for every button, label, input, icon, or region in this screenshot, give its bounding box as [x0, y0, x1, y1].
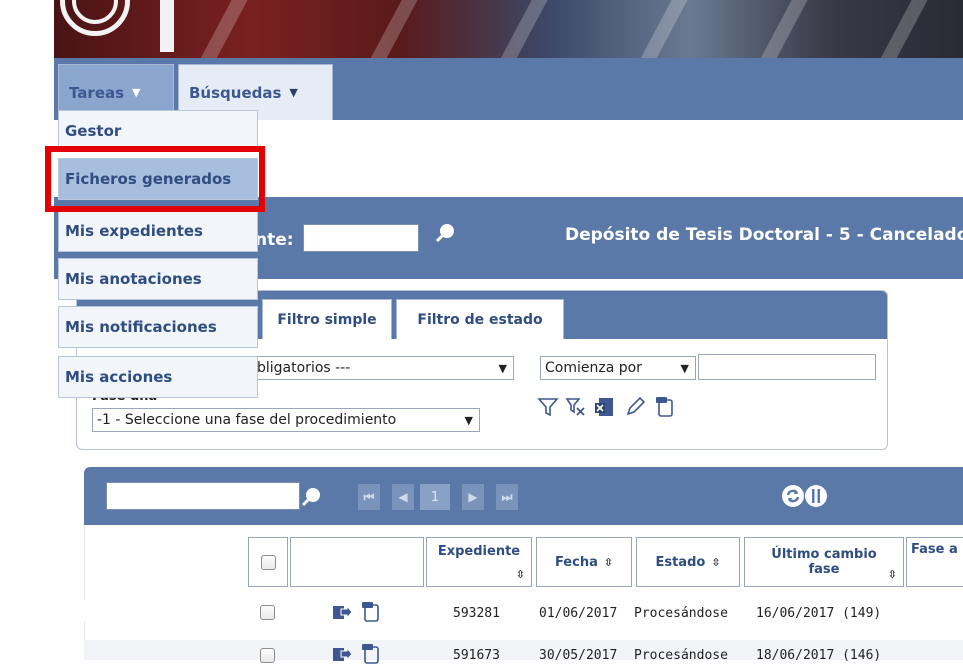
menu-item-label: Gestor: [65, 122, 122, 140]
menu-item-mis-anotaciones[interactable]: Mis anotaciones: [58, 258, 258, 300]
column-header-expediente[interactable]: Expediente ⇳: [426, 537, 532, 587]
cell-expediente: 593281: [453, 606, 500, 621]
header-actions: [290, 537, 424, 587]
filter-text-input[interactable]: [698, 354, 876, 380]
sort-icon: ⇳: [603, 555, 614, 569]
new-document-icon[interactable]: [654, 396, 676, 418]
menu-item-mis-notificaciones[interactable]: Mis notificaciones: [58, 306, 258, 348]
filter-icon[interactable]: [537, 396, 559, 418]
nav-tab-label: Búsquedas: [189, 83, 282, 102]
procedure-title: Depósito de Tesis Doctoral - 5 - Cancela…: [565, 225, 963, 245]
menu-item-label: Mis anotaciones: [65, 270, 202, 288]
page-number-input[interactable]: 1: [420, 484, 450, 510]
edit-icon[interactable]: [624, 396, 646, 418]
menu-item-label: Mis acciones: [65, 368, 173, 386]
excel-export-icon[interactable]: [594, 396, 616, 418]
column-header-ultimo-cambio[interactable]: Último cambio fase ⇳: [744, 537, 904, 587]
menu-item-label: Mis notificaciones: [65, 318, 217, 336]
chevron-down-icon: ▼: [289, 86, 298, 99]
search-icon[interactable]: [300, 486, 322, 508]
cell-fecha: 01/06/2017: [539, 606, 618, 621]
previous-page-icon[interactable]: ◀: [392, 484, 414, 510]
sort-icon: ⇳: [711, 555, 721, 569]
expediente-label: nte:: [255, 230, 294, 250]
chevron-down-icon: ▼: [464, 413, 473, 427]
cell-estado: Procesándose: [634, 606, 728, 621]
grid-search-input[interactable]: [106, 482, 300, 510]
column-header-fase-actual[interactable]: Fase a: [906, 537, 963, 587]
match-select-value: Comienza por: [545, 360, 642, 376]
cell-ultimo-cambio: 16/06/2017 (149): [756, 606, 882, 621]
column-header-label: Último cambio fase: [771, 547, 877, 577]
column-header-label: Estado: [655, 554, 706, 570]
select-all-checkbox[interactable]: [260, 554, 276, 570]
first-page-icon[interactable]: ⏮: [358, 484, 380, 510]
column-header-label: Fecha: [554, 554, 598, 570]
chevron-down-icon: ▼: [498, 361, 507, 375]
cell-fecha: 30/05/2017: [539, 648, 618, 663]
open-expediente-icon[interactable]: [331, 601, 353, 623]
tab-filtro-estado[interactable]: Filtro de estado: [396, 299, 564, 339]
column-header-label: Fase a: [911, 542, 958, 557]
cell-estado: Procesándose: [634, 648, 728, 663]
column-header-label: Expediente: [437, 544, 521, 559]
clear-filter-icon[interactable]: [565, 396, 587, 418]
chevron-down-icon: ▼: [680, 361, 689, 375]
fase-select[interactable]: -1 - Seleccione una fase del procedimien…: [92, 408, 480, 432]
sort-icon: ⇳: [887, 568, 897, 581]
fase-select-value: -1 - Seleccione una fase del procedimien…: [97, 412, 397, 428]
row-checkbox[interactable]: [260, 648, 275, 663]
expediente-input[interactable]: [303, 224, 419, 252]
columns-icon[interactable]: [804, 484, 828, 508]
field-select-value: bligatorios ---: [257, 360, 351, 376]
column-header-fecha[interactable]: Fecha ⇳: [536, 537, 632, 587]
last-page-icon[interactable]: ⏭: [496, 484, 518, 510]
highlight-annotation-box: [45, 146, 265, 212]
header-banner: [54, 0, 963, 58]
next-page-icon[interactable]: ▶: [462, 484, 484, 510]
new-document-icon[interactable]: [360, 643, 382, 665]
tab-filtro-simple[interactable]: Filtro simple: [262, 299, 392, 339]
open-expediente-icon[interactable]: [331, 643, 353, 665]
chevron-down-icon: ▼: [132, 86, 141, 99]
menu-item-label: Mis expedientes: [65, 222, 203, 240]
match-select[interactable]: Comienza por ▼: [540, 356, 696, 380]
nav-tab-label: Tareas: [69, 83, 125, 102]
header-select-all: [248, 537, 288, 587]
sort-icon: ⇳: [515, 568, 525, 581]
search-icon[interactable]: [434, 222, 456, 244]
menu-item-mis-acciones[interactable]: Mis acciones: [58, 356, 258, 398]
row-checkbox[interactable]: [260, 605, 275, 620]
cell-ultimo-cambio: 18/06/2017 (146): [756, 648, 882, 663]
column-header-estado[interactable]: Estado ⇳: [636, 537, 740, 587]
refresh-icon[interactable]: [781, 484, 805, 508]
menu-item-mis-expedientes[interactable]: Mis expedientes: [58, 210, 258, 252]
cell-expediente: 591673: [453, 648, 500, 663]
new-document-icon[interactable]: [360, 601, 382, 623]
